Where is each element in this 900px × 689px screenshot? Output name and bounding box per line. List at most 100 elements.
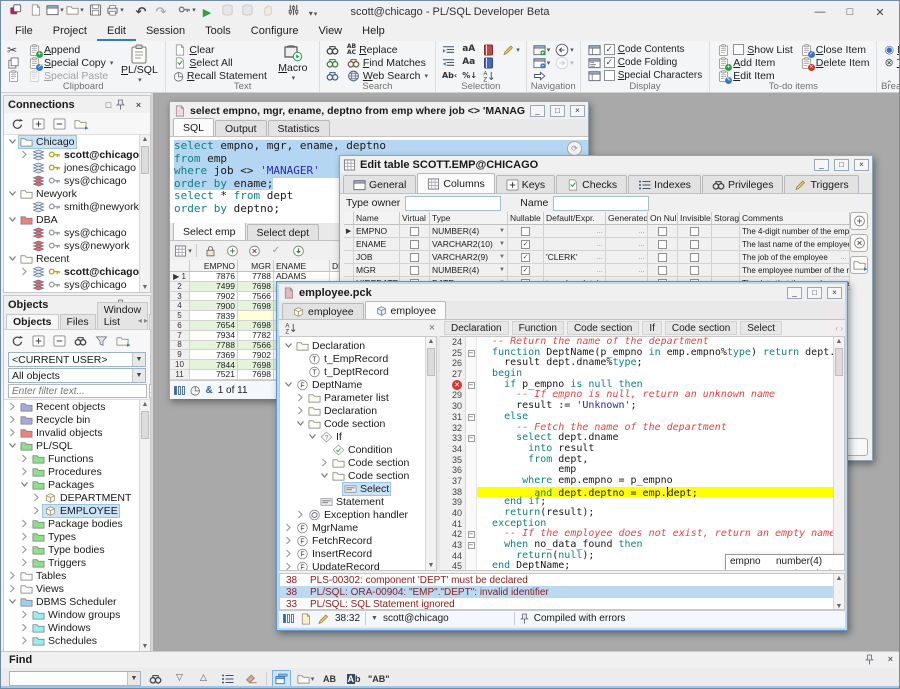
on-null-cell[interactable]: [648, 225, 678, 238]
session-name[interactable]: scott@chicago: [383, 613, 449, 624]
tree-item[interactable]: Tables: [4, 569, 150, 582]
checkbox[interactable]: [410, 253, 419, 262]
tree-item[interactable]: FInsertRecord: [280, 547, 436, 560]
special-copy-button[interactable]: ↗Special Copy▾: [26, 56, 115, 69]
grid-cell[interactable]: 7499: [190, 282, 238, 292]
virtual-cell[interactable]: [400, 264, 430, 277]
minimize-button[interactable]: _: [787, 287, 802, 299]
find-input[interactable]: ▼: [9, 671, 141, 686]
close-tree-icon[interactable]: ×: [423, 320, 441, 337]
invisible-cell[interactable]: [678, 264, 712, 277]
edit-table-tab-keys[interactable]: Keys: [496, 175, 555, 193]
tree-item[interactable]: Invalid objects: [4, 426, 150, 439]
fold-icon[interactable]: −: [468, 414, 475, 421]
lock-button[interactable]: [201, 242, 219, 259]
grid-cell[interactable]: 7902: [190, 292, 238, 302]
type-cell[interactable]: VARCHAR2(9)▼: [430, 251, 508, 264]
grid-cell[interactable]: [238, 311, 274, 321]
tree-item[interactable]: sys@chicago: [4, 226, 150, 239]
tree-item[interactable]: Windows: [4, 621, 150, 634]
comments-cell[interactable]: The last name of the employee…: [740, 238, 850, 251]
code-contents-toggle[interactable]: ✓Code Contents: [586, 43, 704, 56]
grid-cell[interactable]: 7698: [238, 282, 274, 292]
breadcrumb-segment[interactable]: Declaration: [444, 321, 509, 335]
remove-column-button[interactable]: [850, 234, 868, 252]
default-cell[interactable]: …: [544, 264, 606, 277]
close-icon[interactable]: ×: [888, 654, 893, 666]
type-owner-input[interactable]: [405, 196, 501, 211]
grid-cell[interactable]: 7698: [238, 301, 274, 311]
grid-column-header[interactable]: On Null: [648, 212, 678, 225]
show-list-button[interactable]: Show List: [715, 43, 795, 56]
grid-column-header[interactable]: Default/Expr.: [544, 212, 606, 225]
tree-item[interactable]: Recent: [4, 252, 150, 265]
grid-column-header[interactable]: Name: [354, 212, 400, 225]
maximize-button[interactable]: □: [835, 6, 865, 19]
comments-cell[interactable]: The 4-digit number of the employee…: [740, 225, 850, 238]
default-cell[interactable]: …: [544, 238, 606, 251]
ribbon-tab-file[interactable]: File: [5, 23, 43, 41]
tree-item[interactable]: DBMS Scheduler: [4, 595, 150, 608]
tree-item[interactable]: Types: [4, 530, 150, 543]
edit-selection-button[interactable]: ▾: [501, 43, 521, 56]
column-options-button[interactable]: ▸: [850, 256, 868, 274]
edit-table-tab-indexes[interactable]: Indexes: [628, 175, 701, 193]
find-button[interactable]: [146, 670, 165, 688]
grid-column-header[interactable]: Type: [430, 212, 508, 225]
grid-cell[interactable]: 7566: [238, 341, 274, 351]
tree-item[interactable]: Recycle bin: [4, 413, 150, 426]
redo-button[interactable]: ↷: [151, 4, 171, 22]
tree-item[interactable]: FMgrName: [280, 521, 436, 534]
helper-icon[interactable]: ⟳: [567, 141, 582, 156]
new-bookmark-button[interactable]: ▾: [532, 43, 552, 56]
grid-column-header[interactable]: Invisible: [678, 212, 712, 225]
cut-button[interactable]: ✂: [6, 43, 23, 56]
find-previous-icon[interactable]: △: [194, 670, 213, 688]
highlight-red-button[interactable]: [481, 43, 498, 56]
grid-cell[interactable]: 7839: [190, 311, 238, 321]
on-null-cell[interactable]: [648, 238, 678, 251]
tree-item[interactable]: Tt_DeptRecord: [280, 365, 436, 378]
sort-icon[interactable]: AZ: [281, 320, 299, 337]
indent-button[interactable]: [441, 43, 458, 56]
customize-toolbar-button[interactable]: ▾▾: [303, 5, 323, 23]
tree-item[interactable]: Condition: [280, 443, 436, 456]
grid-column-header[interactable]: MGR: [238, 260, 274, 272]
invisible-cell[interactable]: [678, 238, 712, 251]
refresh-button[interactable]: [8, 332, 26, 349]
checkbox[interactable]: [658, 253, 667, 262]
toggle-case-button[interactable]: Aа: [461, 56, 478, 69]
grid-cell[interactable]: 7902: [238, 350, 274, 360]
grid-cell[interactable]: 7788: [238, 272, 274, 282]
break-button[interactable]: [257, 1, 277, 19]
fetch-last-button[interactable]: [289, 242, 307, 259]
checkbox[interactable]: [733, 44, 744, 55]
object-filter-input[interactable]: [8, 384, 147, 398]
objects-tab-files[interactable]: Files: [60, 314, 96, 329]
tree-scrollbar[interactable]: ▲▼: [425, 337, 436, 570]
default-cell[interactable]: …: [544, 225, 606, 238]
generated-cell[interactable]: …: [606, 225, 648, 238]
code-folding-toggle[interactable]: ✓Code Folding: [586, 56, 704, 69]
save-button[interactable]: [85, 1, 105, 19]
grid-cell[interactable]: 7521: [190, 370, 238, 380]
fold-icon[interactable]: −: [468, 382, 475, 389]
storage-cell[interactable]: [712, 225, 740, 238]
minimize-button[interactable]: _: [530, 105, 545, 117]
grid-column-header[interactable]: Comments: [740, 212, 850, 225]
tree-item[interactable]: EMPLOYEE: [4, 504, 150, 517]
checkbox[interactable]: [690, 240, 699, 249]
invisible-cell[interactable]: [678, 225, 712, 238]
user-select[interactable]: <CURRENT USER>▼: [8, 352, 146, 367]
tree-scrollbar[interactable]: ▲▼: [139, 400, 150, 651]
toggle-button[interactable]: ⊗Toggle: [882, 56, 900, 69]
minimize-button[interactable]: _: [814, 159, 829, 171]
edit-table-tab-checks[interactable]: Checks: [556, 175, 627, 193]
close-item-button[interactable]: ✓Close Item: [798, 43, 872, 56]
search-folder-button[interactable]: ▾: [296, 670, 315, 688]
program-window-titlebar[interactable]: employee.pck _□×: [279, 284, 845, 301]
copy-button[interactable]: [6, 56, 23, 69]
grid-cell[interactable]: 7369: [190, 350, 238, 360]
completion-item[interactable]: empnonumber(4): [726, 555, 845, 568]
find-matches-button[interactable]: Find Matches: [345, 56, 430, 69]
